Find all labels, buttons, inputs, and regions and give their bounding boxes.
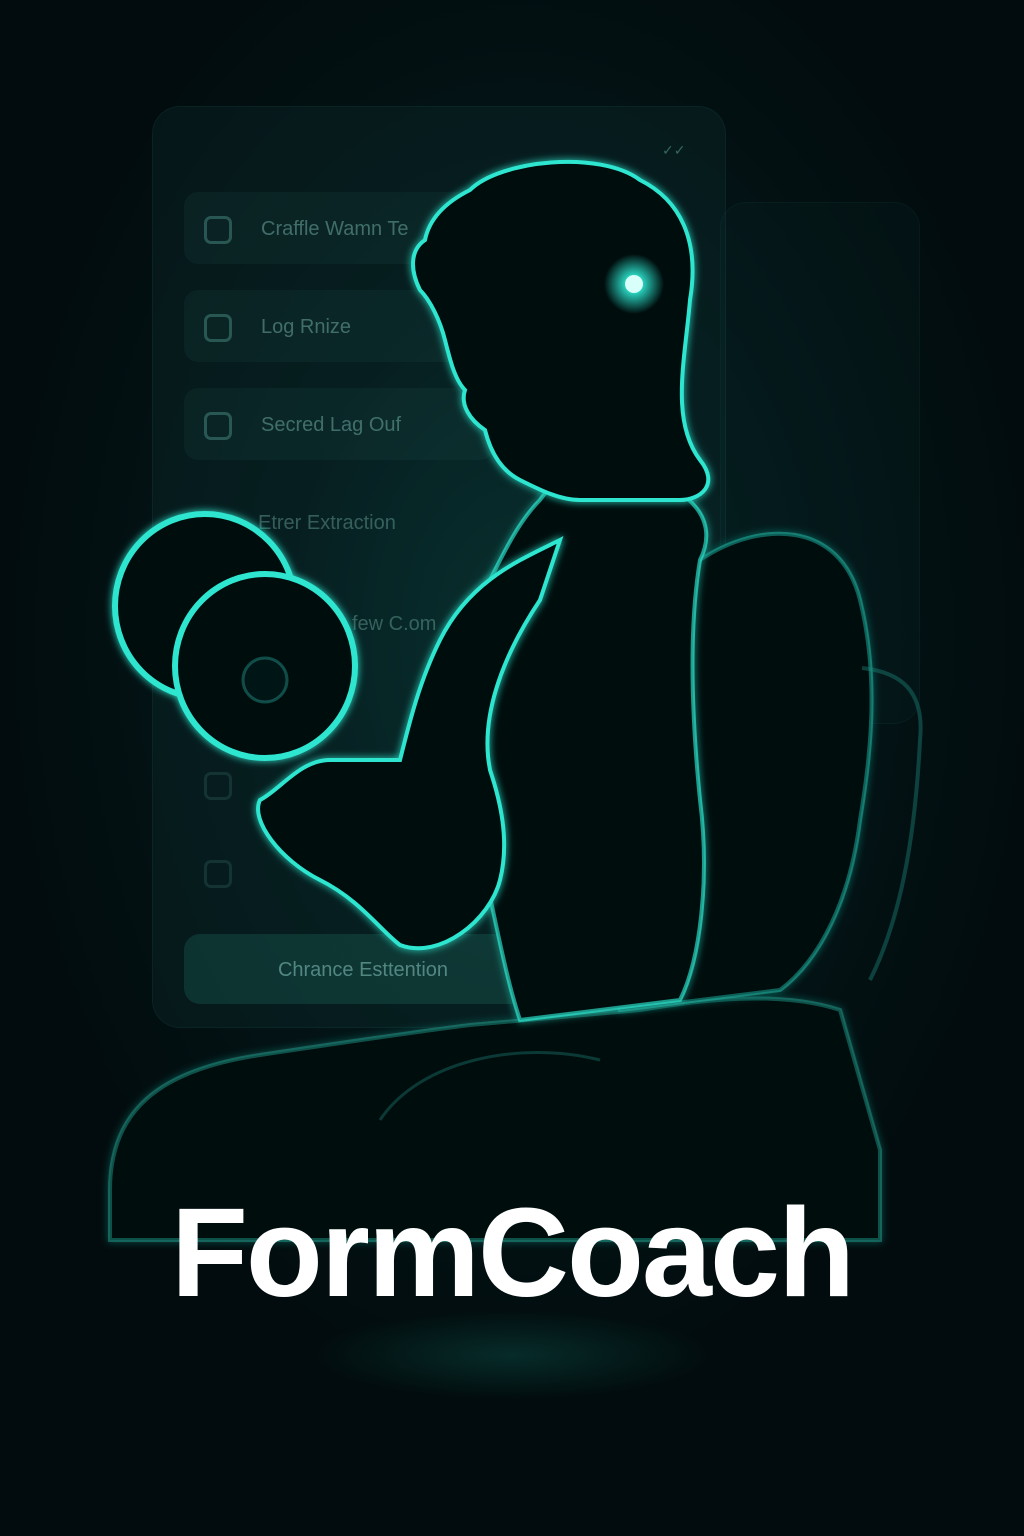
dumbbell-icon (112, 511, 358, 761)
head-silhouette (411, 159, 711, 502)
brand-title: FormCoach (170, 1182, 855, 1323)
torso-silhouette (457, 471, 709, 1023)
